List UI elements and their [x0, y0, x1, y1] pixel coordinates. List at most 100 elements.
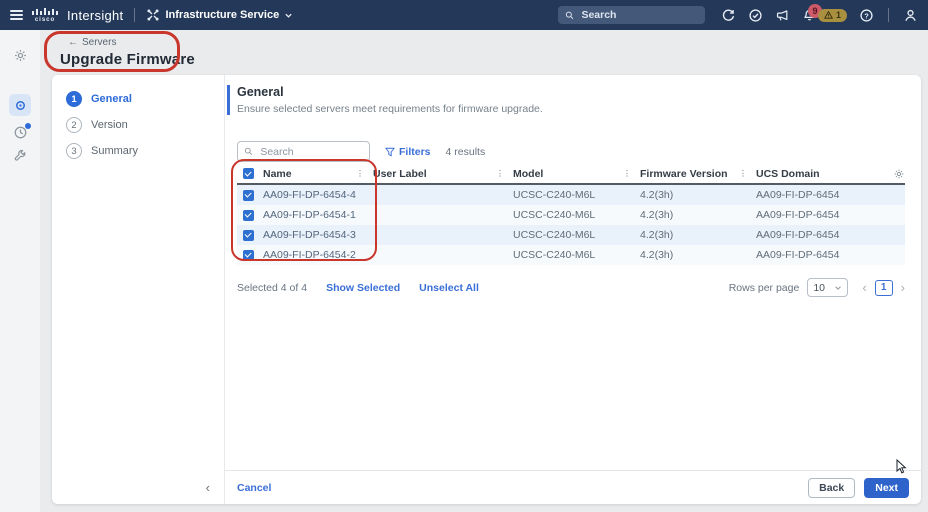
top-navbar: cisco Intersight Infrastructure Service	[0, 0, 928, 30]
cell-firmware: 4.2(3h)	[640, 209, 756, 221]
step-number: 3	[66, 143, 82, 159]
collapse-panel-icon[interactable]: ‹	[206, 480, 210, 495]
sidebar-item-overview[interactable]	[9, 94, 31, 116]
next-button[interactable]: Next	[864, 478, 909, 498]
table-header-row: Name ⋮ User Label ⋮ Model ⋮ Firmware V	[237, 164, 905, 185]
back-arrow-icon: ←	[68, 37, 78, 48]
chevron-down-icon	[284, 11, 293, 20]
overview-icon	[9, 94, 31, 116]
current-page-number[interactable]: 1	[875, 280, 893, 296]
wizard-step-general[interactable]: 1 General	[66, 91, 224, 107]
column-header-firmware-version[interactable]: Firmware Version ⋮	[640, 168, 756, 180]
step-number: 1	[66, 91, 82, 107]
column-label: UCS Domain	[756, 168, 820, 180]
column-menu-icon[interactable]: ⋮	[623, 169, 631, 178]
cell-domain: AA09-FI-DP-6454	[756, 249, 887, 261]
step-label: General	[91, 93, 132, 105]
filter-funnel-icon	[385, 147, 395, 157]
cell-name: AA09-FI-DP-6454-3	[263, 229, 373, 241]
requests-badge-dot	[25, 123, 31, 129]
table-settings-gear-icon[interactable]	[887, 168, 905, 180]
announcements-icon[interactable]	[775, 8, 790, 23]
rows-per-page-select[interactable]: 10	[807, 278, 848, 297]
cell-domain: AA09-FI-DP-6454	[756, 229, 887, 241]
column-menu-icon[interactable]: ⋮	[739, 169, 747, 178]
row-checkbox[interactable]	[243, 190, 254, 201]
selection-summary: Selected 4 of 4	[237, 282, 307, 294]
select-all-checkbox[interactable]	[243, 168, 254, 179]
breadcrumb[interactable]: ← Servers	[68, 37, 195, 48]
next-page-icon[interactable]: ›	[901, 280, 905, 295]
filters-button[interactable]: Filters	[385, 146, 431, 158]
column-menu-icon[interactable]: ⋮	[356, 169, 364, 178]
sidebar-item-requests[interactable]	[13, 125, 28, 140]
unselect-all-link[interactable]: Unselect All	[419, 282, 479, 294]
table-row[interactable]: AA09-FI-DP-6454-3 UCSC-C240-M6L 4.2(3h) …	[237, 225, 905, 245]
warning-triangle-icon	[824, 11, 833, 19]
section-title: General	[237, 85, 905, 99]
cancel-button[interactable]: Cancel	[237, 482, 271, 494]
cell-name: AA09-FI-DP-6454-1	[263, 209, 373, 221]
wizard-step-version[interactable]: 2 Version	[66, 117, 224, 133]
selection-bar: Selected 4 of 4 Show Selected Unselect A…	[237, 278, 905, 297]
search-icon	[565, 10, 574, 21]
page-title: Upgrade Firmware	[60, 51, 195, 68]
prev-page-icon[interactable]: ‹	[862, 280, 866, 295]
cell-domain: AA09-FI-DP-6454	[756, 209, 887, 221]
brand-name: Intersight	[67, 8, 123, 23]
column-header-model[interactable]: Model ⋮	[513, 168, 640, 180]
table-search-input[interactable]	[258, 145, 363, 159]
row-checkbox[interactable]	[243, 210, 254, 221]
cell-model: UCSC-C240-M6L	[513, 249, 640, 261]
wizard-content: General Ensure selected servers meet req…	[225, 75, 921, 504]
status-check-icon[interactable]	[748, 8, 763, 23]
wizard-step-summary[interactable]: 3 Summary	[66, 143, 224, 159]
column-label: Model	[513, 168, 543, 180]
cell-name: AA09-FI-DP-6454-4	[263, 189, 373, 201]
cisco-bars-icon	[32, 8, 58, 16]
servers-table: Name ⋮ User Label ⋮ Model ⋮ Firmware V	[237, 164, 905, 265]
step-label: Summary	[91, 145, 138, 157]
cell-firmware: 4.2(3h)	[640, 249, 756, 261]
row-checkbox[interactable]	[243, 230, 254, 241]
page-header: ← Servers Upgrade Firmware	[60, 37, 195, 68]
infrastructure-service-icon	[146, 8, 160, 22]
wizard-footer: Cancel Back Next	[225, 470, 921, 504]
column-header-user-label[interactable]: User Label ⋮	[373, 168, 513, 180]
intersight-app: cisco Intersight Infrastructure Service	[0, 0, 928, 512]
step-label: Version	[91, 119, 128, 131]
settings-gear-icon[interactable]	[13, 48, 28, 68]
chevron-down-icon	[834, 284, 842, 292]
menu-icon[interactable]	[10, 10, 23, 20]
user-account-icon[interactable]	[903, 8, 918, 23]
global-search-input[interactable]	[579, 8, 698, 22]
sidebar-item-configure[interactable]	[13, 149, 27, 163]
column-header-ucs-domain[interactable]: UCS Domain	[756, 168, 887, 180]
row-checkbox[interactable]	[243, 250, 254, 261]
table-row[interactable]: AA09-FI-DP-6454-4 UCSC-C240-M6L 4.2(3h) …	[237, 185, 905, 205]
column-menu-icon[interactable]: ⋮	[496, 169, 504, 178]
table-row[interactable]: AA09-FI-DP-6454-1 UCSC-C240-M6L 4.2(3h) …	[237, 205, 905, 225]
breadcrumb-servers[interactable]: Servers	[82, 37, 116, 48]
table-search[interactable]	[237, 141, 370, 162]
warning-count: 1	[836, 10, 841, 20]
show-selected-link[interactable]: Show Selected	[326, 282, 400, 294]
back-button[interactable]: Back	[808, 478, 855, 498]
global-search[interactable]	[558, 6, 705, 24]
warning-alarm-badge[interactable]: 1	[818, 9, 847, 22]
cell-model: UCSC-C240-M6L	[513, 209, 640, 221]
help-icon[interactable]: ?	[859, 8, 874, 23]
refresh-icon[interactable]	[721, 8, 736, 23]
column-header-name[interactable]: Name ⋮	[263, 168, 373, 180]
left-icon-rail	[0, 30, 40, 512]
cell-model: UCSC-C240-M6L	[513, 229, 640, 241]
column-label: Firmware Version	[640, 168, 728, 180]
service-selector[interactable]: Infrastructure Service	[146, 8, 293, 22]
wrench-icon	[13, 149, 27, 163]
navbar-icons: 9 1 ?	[721, 8, 918, 23]
filters-label: Filters	[399, 146, 431, 158]
table-row[interactable]: AA09-FI-DP-6454-2 UCSC-C240-M6L 4.2(3h) …	[237, 245, 905, 265]
alarms-group[interactable]: 9 1	[802, 8, 847, 23]
column-label: User Label	[373, 168, 427, 180]
cell-firmware: 4.2(3h)	[640, 189, 756, 201]
